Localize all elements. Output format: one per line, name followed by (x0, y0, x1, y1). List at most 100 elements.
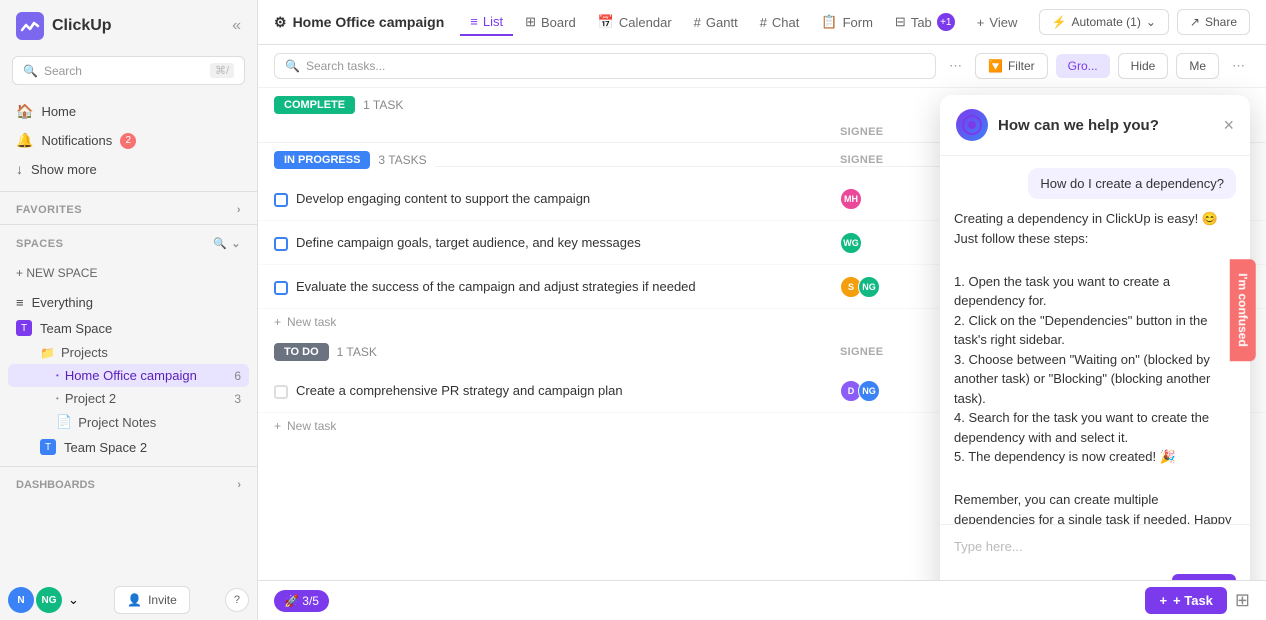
home-office-count: 6 (234, 369, 241, 383)
sidebar-item-home-office[interactable]: • Home Office campaign 6 (8, 364, 249, 387)
notes-icon: 📄 (56, 414, 72, 430)
task-text: Evaluate the success of the campaign and… (296, 279, 696, 294)
share-icon: ↗ (1190, 15, 1200, 29)
logo[interactable]: ClickUp (16, 12, 112, 40)
dashboards-expand-icon[interactable]: › (237, 479, 241, 491)
list-icon: ≡ (470, 14, 478, 29)
ai-messages: How do I create a dependency? Creating a… (940, 156, 1250, 524)
folder-icon: 📁 (40, 346, 55, 360)
notifications-label: Notifications (41, 133, 112, 148)
col-task-2 (443, 154, 840, 166)
notifications-badge: 2 (120, 133, 136, 149)
spaces-search-icon[interactable]: 🔍 (213, 237, 227, 250)
ai-icon (962, 115, 982, 135)
me-mode-button[interactable]: Me (1176, 53, 1219, 79)
tab-list[interactable]: ≡ List (460, 8, 513, 36)
rocket-label: 🚀 3/5 (284, 594, 319, 608)
favorites-label: FAVORITES (16, 204, 82, 216)
sidebar-item-projects[interactable]: 📁 Projects ⋯ + (8, 341, 249, 364)
search-shortcut: ⌘/ (210, 63, 234, 78)
favorites-expand-icon[interactable]: › (237, 204, 241, 216)
projects-more-icon[interactable]: ⋯ (218, 346, 230, 360)
search-task-icon: 🔍 (285, 59, 300, 73)
spaces-section-header: SPACES 🔍 ⌄ (0, 229, 257, 254)
search-row: 🔍 Search tasks... ⋯ 🔽 Filter Gro... Hide… (258, 45, 1266, 88)
chevron-down-icon: ↓ (16, 161, 23, 177)
tab-tab[interactable]: ⊟ Tab +1 (885, 8, 965, 36)
view-label: View (989, 15, 1017, 30)
share-button[interactable]: ↗ Share (1177, 9, 1250, 35)
gantt-icon: # (694, 15, 701, 30)
ai-response-2: 1. Open the task you want to create a de… (954, 272, 1236, 467)
divider-dashboards (0, 466, 257, 467)
tab-chat[interactable]: # Chat (750, 8, 810, 36)
sidebar-item-project2[interactable]: • Project 2 3 (8, 387, 249, 410)
task-checkbox[interactable] (274, 237, 288, 251)
sidebar-item-home[interactable]: 🏠 Home (8, 97, 249, 126)
sidebar-item-team-space[interactable]: T Team Space (8, 315, 249, 341)
tab-calendar[interactable]: 📅 Calendar (588, 8, 682, 36)
sidebar-item-team-space-2[interactable]: T Team Space 2 (8, 434, 249, 460)
tab-form[interactable]: 📋 Form (811, 8, 883, 36)
group-button[interactable]: Gro... (1056, 54, 1110, 78)
ai-response-1: Creating a dependency in ClickUp is easy… (954, 209, 1236, 248)
ai-text-input[interactable] (954, 535, 1236, 558)
everything-label: Everything (32, 295, 93, 310)
to-do-label: TO DO (284, 346, 319, 358)
team-space-2-label: Team Space 2 (64, 440, 147, 455)
send-button[interactable]: Send (1172, 574, 1236, 580)
new-space-button[interactable]: + NEW SPACE (8, 260, 249, 286)
avatar-dropdown-icon[interactable]: ⌄ (68, 592, 79, 608)
sidebar-item-show-more[interactable]: ↓ Show more (8, 155, 249, 183)
tab-board[interactable]: ⊞ Board (515, 8, 586, 36)
spaces-expand-icon[interactable]: ⌄ (231, 237, 241, 250)
col-signee-3: SIGNEE (840, 346, 940, 358)
dashboards-label: DASHBOARDS (16, 479, 95, 491)
filter-icon: 🔽 (988, 59, 1003, 73)
task-checkbox[interactable] (274, 281, 288, 295)
ai-close-button[interactable]: × (1223, 115, 1234, 136)
filter-button[interactable]: 🔽 Filter (975, 53, 1048, 79)
main-content: ⚙ Home Office campaign ≡ List ⊞ Board 📅 … (258, 0, 1266, 620)
plus-icon: + (977, 15, 985, 30)
col-signee-2: SIGNEE (840, 154, 940, 166)
task-assignees: D NG (840, 380, 940, 402)
sidebar-collapse-button[interactable]: « (232, 17, 241, 35)
rocket-badge[interactable]: 🚀 3/5 (274, 590, 329, 612)
task-text: Define campaign goals, target audience, … (296, 235, 641, 250)
options-more-button[interactable]: ⋯ (1227, 53, 1250, 79)
sidebar-item-project-notes[interactable]: 📄 Project Notes (8, 410, 249, 434)
task-search-input[interactable]: 🔍 Search tasks... (274, 53, 936, 79)
clickup-icon (16, 12, 44, 40)
hide-label: Hide (1131, 59, 1156, 73)
help-button[interactable]: ? (225, 588, 249, 612)
task-checkbox[interactable] (274, 193, 288, 207)
topbar: ⚙ Home Office campaign ≡ List ⊞ Board 📅 … (258, 0, 1266, 45)
automate-button[interactable]: ⚡ Automate (1) ⌄ (1039, 9, 1169, 35)
task-name: Evaluate the success of the campaign and… (274, 279, 840, 295)
plus-icon-3: + (274, 419, 281, 433)
invite-button[interactable]: 👤 Invite (114, 586, 190, 614)
form-label: Form (843, 15, 873, 30)
projects-add-icon[interactable]: + (234, 346, 241, 360)
search-bar[interactable]: 🔍 Search ⌘/ (12, 56, 245, 85)
add-task-button[interactable]: + + Task (1145, 587, 1226, 614)
hide-button[interactable]: Hide (1118, 53, 1169, 79)
tab-gantt[interactable]: # Gantt (684, 8, 748, 36)
confused-button[interactable]: I'm confused (1230, 259, 1256, 361)
in-progress-label: IN PROGRESS (284, 154, 360, 166)
search-more-button[interactable]: ⋯ (944, 53, 967, 79)
sidebar-item-everything[interactable]: ≡ Everything (8, 290, 249, 315)
task-name: Define campaign goals, target audience, … (274, 235, 840, 251)
tab-add-view[interactable]: + View (967, 8, 1028, 36)
to-do-badge: TO DO (274, 343, 329, 361)
ai-logo (956, 109, 988, 141)
grid-view-button[interactable]: ⊞ (1235, 590, 1250, 611)
bell-icon: 🔔 (16, 132, 33, 149)
sidebar-item-notifications[interactable]: 🔔 Notifications 2 (8, 126, 249, 155)
task-checkbox[interactable] (274, 385, 288, 399)
tabs: ≡ List ⊞ Board 📅 Calendar # Gantt # C (460, 8, 1027, 36)
ai-title: How can we help you? (998, 117, 1213, 134)
filter-label: Filter (1008, 59, 1035, 73)
dashboards-section: DASHBOARDS › (0, 471, 257, 495)
